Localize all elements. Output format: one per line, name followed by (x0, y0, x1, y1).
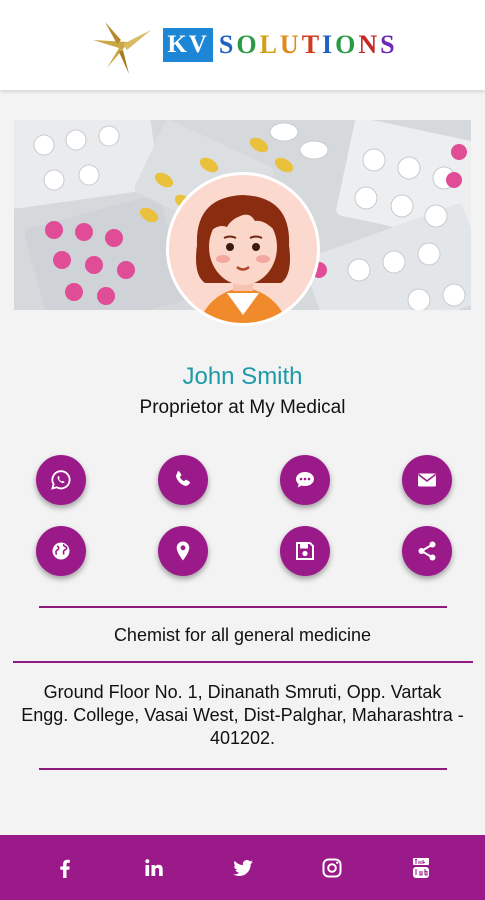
logo-kv-box: KV (163, 28, 213, 62)
floppy-disk-icon (296, 542, 314, 560)
app-header: KV SOLUTIONS (0, 0, 485, 90)
facebook-icon (59, 859, 70, 878)
facebook-link[interactable] (43, 846, 87, 890)
website-button[interactable] (36, 526, 86, 576)
social-footer (0, 835, 485, 900)
youtube-icon (412, 857, 429, 878)
logo-letter: L (259, 30, 280, 59)
twitter-link[interactable] (221, 846, 265, 890)
phone-icon (176, 471, 190, 486)
star-logo-icon (93, 22, 152, 74)
whatsapp-icon (51, 470, 71, 490)
twitter-icon (232, 859, 253, 876)
youtube-link[interactable] (399, 846, 443, 890)
logo-solutions-text: SOLUTIONS (219, 30, 398, 60)
globe-icon (52, 542, 70, 560)
profile-name: John Smith (182, 363, 303, 390)
email-button[interactable] (402, 455, 452, 505)
kv-solutions-logo: KV SOLUTIONS (87, 10, 397, 80)
save-contact-button[interactable] (280, 526, 330, 576)
chat-icon (296, 472, 314, 488)
logo-letter: O (335, 30, 359, 59)
logo-letter: N (358, 30, 381, 59)
envelope-icon (418, 473, 436, 487)
profile-title: Proprietor at My Medical (139, 397, 346, 418)
instagram-icon (322, 858, 341, 877)
divider (39, 606, 447, 608)
action-buttons (36, 455, 452, 576)
divider (39, 768, 447, 770)
logo-letter: U (279, 30, 302, 59)
logo-letter: S (380, 30, 398, 59)
business-description: Chemist for all general medicine (113, 625, 372, 645)
logo-letter: O (236, 30, 260, 59)
sms-button[interactable] (280, 455, 330, 505)
map-pin-icon (176, 541, 190, 561)
call-button[interactable] (158, 455, 208, 505)
linkedin-link[interactable] (132, 846, 176, 890)
divider (13, 661, 473, 663)
instagram-link[interactable] (310, 846, 354, 890)
person-avatar-icon (169, 175, 317, 323)
linkedin-icon (144, 858, 163, 876)
logo-letter: I (322, 30, 336, 59)
business-address: Ground Floor No. 1, Dinanath Smruti, Opp… (21, 682, 464, 748)
location-button[interactable] (158, 526, 208, 576)
profile-avatar (166, 172, 320, 326)
share-icon (418, 541, 436, 561)
whatsapp-button[interactable] (36, 455, 86, 505)
share-button[interactable] (402, 526, 452, 576)
logo-letter: T (301, 30, 323, 59)
logo-letter: S (218, 30, 237, 59)
